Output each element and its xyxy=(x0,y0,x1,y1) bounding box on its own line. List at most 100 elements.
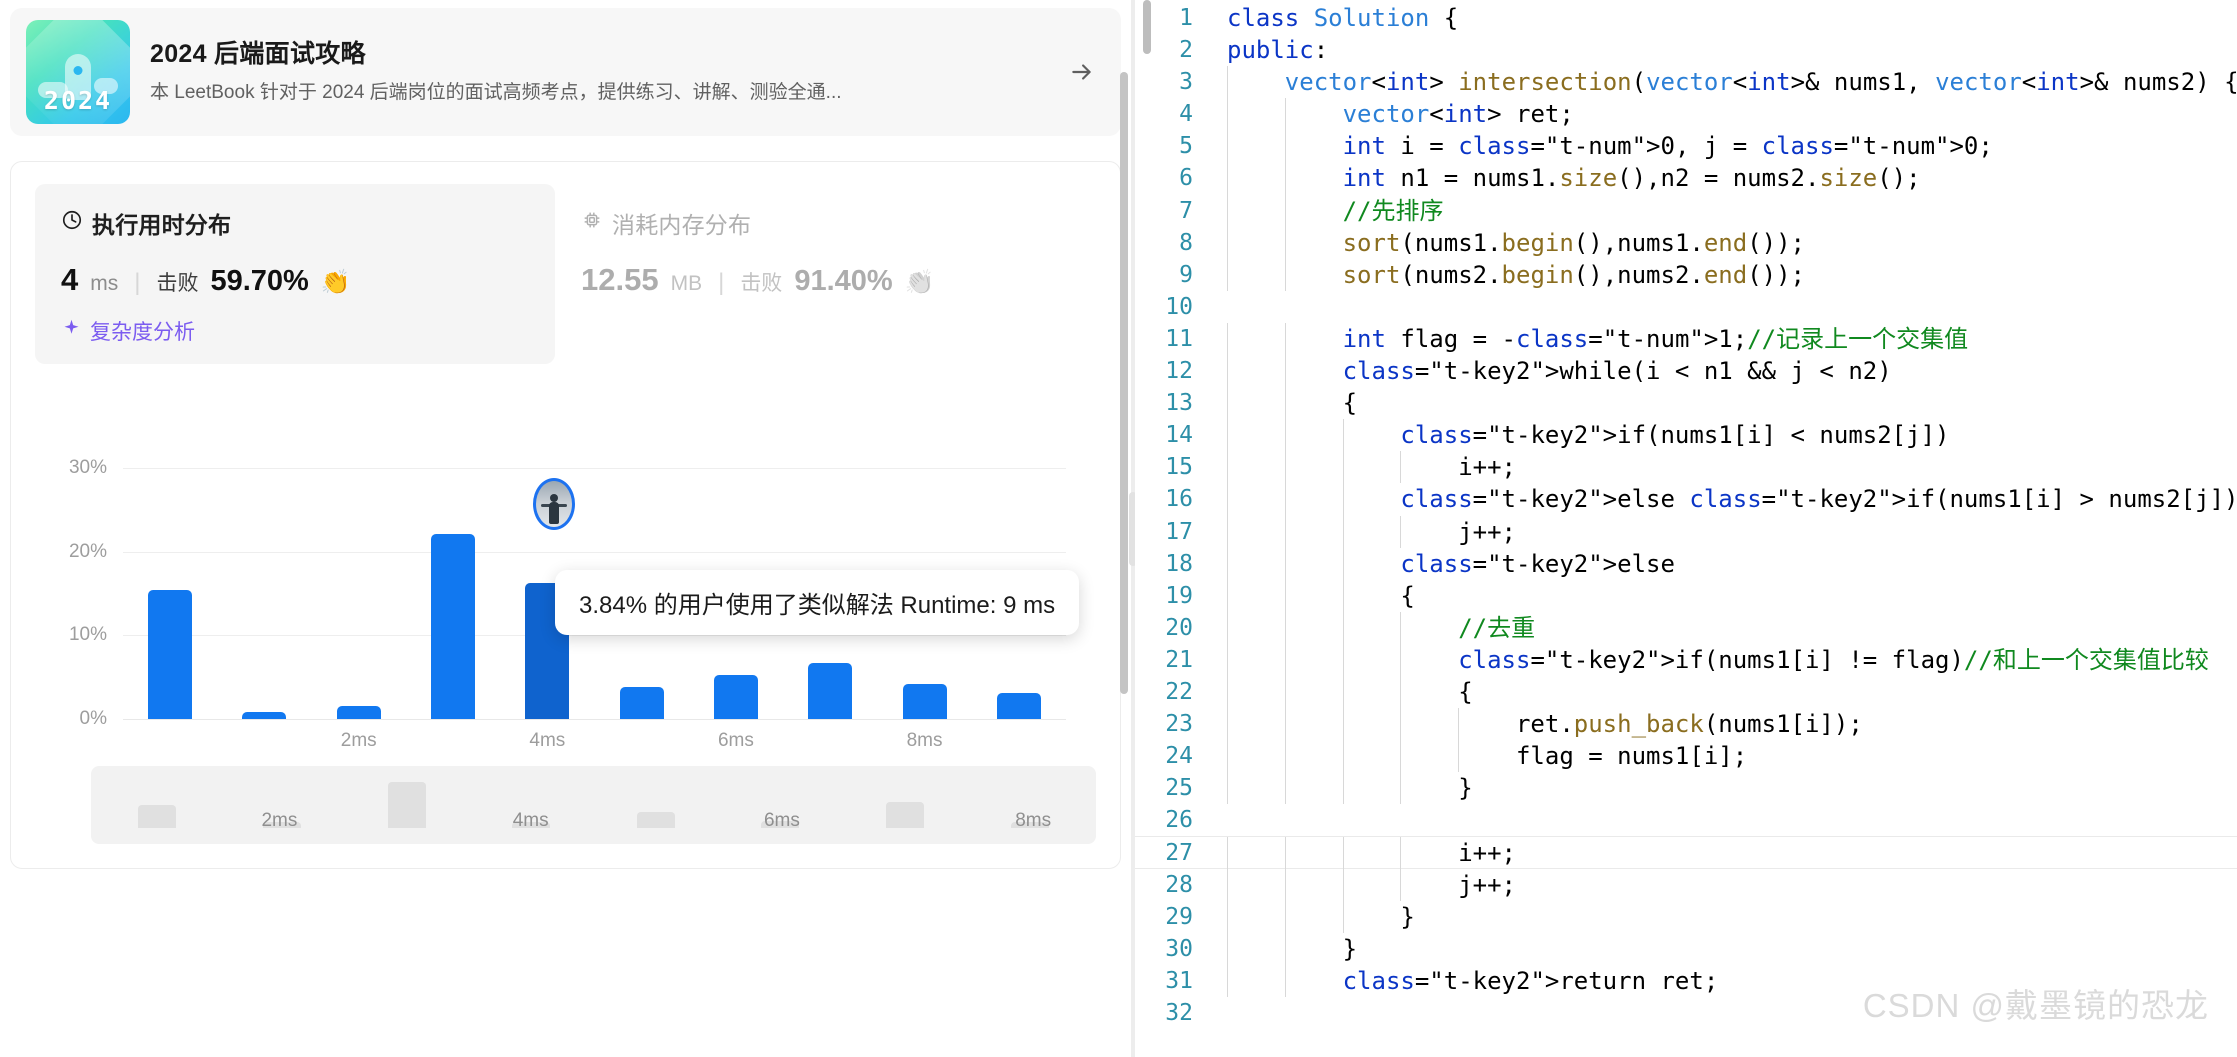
code-line-text[interactable]: int n1 = nums1.size(),n2 = nums2.size(); xyxy=(1219,162,1921,195)
indent-guide xyxy=(1284,355,1286,388)
indent-guide xyxy=(1227,226,1228,259)
chart-bar[interactable] xyxy=(713,674,758,720)
code-line[interactable]: 27 i++; xyxy=(1135,836,2237,870)
code-line[interactable]: 14 class="t-key2">if(nums1[i] < nums2[j]… xyxy=(1135,419,2237,452)
left-pane-scrollbar[interactable] xyxy=(1120,72,1128,694)
chart-bar[interactable] xyxy=(902,684,947,720)
chart-range-brush[interactable]: 2ms 4ms 6ms 8ms xyxy=(91,766,1096,844)
code-line-text[interactable]: int flag = -class="t-num">1;//记录上一个交集值 xyxy=(1219,322,1968,356)
code-line-text[interactable]: } xyxy=(1219,772,1473,805)
code-line[interactable]: 28 j++; xyxy=(1135,868,2237,901)
code-line[interactable]: 24 flag = nums1[i]; xyxy=(1135,740,2237,773)
code-line[interactable]: 10 xyxy=(1135,291,2237,323)
code-line-text[interactable]: vector<int> ret; xyxy=(1219,98,1574,131)
leetbook-promo-banner[interactable]: 2024 2024 后端面试攻略 本 LeetBook 针对于 2024 后端岗… xyxy=(10,8,1121,136)
code-line[interactable]: 8 sort(nums1.begin(),nums1.end()); xyxy=(1135,226,2237,259)
code-line-text[interactable]: ret.push_back(nums1[i]); xyxy=(1219,708,1863,741)
code-line-text[interactable]: class="t-key2">else xyxy=(1219,547,1675,580)
code-line[interactable]: 11 int flag = -class="t-num">1;//记录上一个交集… xyxy=(1135,322,2237,356)
indent-guide xyxy=(1400,451,1402,484)
code-line-text[interactable]: int i = class="t-num">0, j = class="t-nu… xyxy=(1219,130,1993,163)
code-line-text[interactable]: sort(nums2.begin(),nums2.end()); xyxy=(1219,258,1805,291)
code-line-text[interactable]: class="t-key2">return ret; xyxy=(1219,964,1718,997)
chart-bar-slot[interactable] xyxy=(312,444,406,720)
chart-bar[interactable] xyxy=(619,687,664,720)
chart-bar[interactable] xyxy=(431,533,476,720)
code-line[interactable]: 3 vector<int> intersection(vector<int>& … xyxy=(1135,66,2237,99)
code-line[interactable]: 1 class Solution { xyxy=(1135,2,2237,34)
stats-row: 执行用时分布 4 ms | 击败 59.70% 👏 复杂度分析 消耗内存分布 1… xyxy=(11,162,1120,364)
code-line-number: 4 xyxy=(1179,101,1193,128)
chart-bar[interactable] xyxy=(336,705,381,720)
code-line-text[interactable]: class="t-key2">if(nums1[i] != flag)//和上一… xyxy=(1219,643,2209,676)
code-line[interactable]: 6 int n1 = nums1.size(),n2 = nums2.size(… xyxy=(1135,162,2237,195)
user-avatar-marker[interactable] xyxy=(533,478,575,530)
code-line-text[interactable]: //去重 xyxy=(1219,611,1535,644)
code-line[interactable]: 15 i++; xyxy=(1135,451,2237,484)
code-line-text[interactable]: class="t-key2">while(i < n1 && j < n2) xyxy=(1219,355,1892,388)
chart-bar-slot[interactable] xyxy=(123,444,217,720)
runtime-stat-card[interactable]: 执行用时分布 4 ms | 击败 59.70% 👏 复杂度分析 xyxy=(35,184,555,364)
indent-guide xyxy=(1342,515,1344,548)
code-line-text[interactable]: class="t-key2">else class="t-key2">if(nu… xyxy=(1219,483,2237,516)
code-line[interactable]: 31 class="t-key2">return ret; xyxy=(1135,964,2237,997)
code-line-text[interactable]: i++; xyxy=(1219,451,1516,484)
indent-guide xyxy=(1227,194,1228,227)
code-line-text[interactable]: class Solution { xyxy=(1219,2,1458,34)
code-line-text[interactable]: { xyxy=(1219,675,1473,709)
code-line[interactable]: 13 { xyxy=(1135,387,2237,420)
code-line[interactable]: 19 { xyxy=(1135,579,2237,612)
indent-guide xyxy=(1284,322,1286,356)
code-line-text[interactable]: j++; xyxy=(1219,868,1516,901)
code-line[interactable]: 18 class="t-key2">else xyxy=(1135,547,2237,580)
code-line-number: 14 xyxy=(1165,422,1193,449)
code-line[interactable]: 30 } xyxy=(1135,932,2237,965)
chevron-right-icon[interactable] xyxy=(1065,55,1099,89)
memory-stat-values: 12.55 MB | 击败 91.40% 👏 xyxy=(581,262,1049,298)
code-line-text[interactable]: } xyxy=(1219,900,1415,933)
indent-guide xyxy=(1227,964,1228,997)
code-line[interactable]: 17 j++; xyxy=(1135,515,2237,548)
code-line-text[interactable]: j++; xyxy=(1219,515,1516,548)
code-line[interactable]: 12 class="t-key2">while(i < n1 && j < n2… xyxy=(1135,355,2237,388)
code-line[interactable]: 4 vector<int> ret; xyxy=(1135,98,2237,131)
code-line-text[interactable]: flag = nums1[i]; xyxy=(1219,740,1747,773)
code-line[interactable]: 25 } xyxy=(1135,772,2237,805)
indent-guide xyxy=(1400,675,1402,709)
code-line-text[interactable]: sort(nums1.begin(),nums1.end()); xyxy=(1219,226,1805,259)
chart-bar-slot[interactable] xyxy=(406,444,500,720)
code-line[interactable]: 7 //先排序 xyxy=(1135,194,2237,227)
code-line[interactable]: 32 xyxy=(1135,997,2237,1029)
chart-x-tick-slot xyxy=(594,730,688,752)
code-line-text[interactable]: public: xyxy=(1219,34,1328,66)
indent-guide xyxy=(1227,675,1228,709)
code-line[interactable]: 16 class="t-key2">else class="t-key2">if… xyxy=(1135,483,2237,516)
code-line[interactable]: 9 sort(nums2.begin(),nums2.end()); xyxy=(1135,258,2237,291)
chart-bar[interactable] xyxy=(996,693,1041,720)
complexity-analysis-link[interactable]: 复杂度分析 xyxy=(61,316,195,346)
code-line[interactable]: 26 xyxy=(1135,804,2237,836)
code-line[interactable]: 29 } xyxy=(1135,900,2237,933)
code-line[interactable]: 2 public: xyxy=(1135,34,2237,66)
clap-emoji-icon-memory: 👏 xyxy=(904,269,935,296)
chart-bar[interactable] xyxy=(148,590,193,720)
code-line-text[interactable]: class="t-key2">if(nums1[i] < nums2[j]) xyxy=(1219,419,1949,452)
indent-guide xyxy=(1227,579,1228,612)
code-line-text[interactable]: { xyxy=(1219,387,1357,420)
code-line[interactable]: 20 //去重 xyxy=(1135,611,2237,644)
chart-bar-slot[interactable] xyxy=(217,444,311,720)
code-line-text[interactable]: vector<int> intersection(vector<int>& nu… xyxy=(1219,66,2237,99)
code-line-text[interactable]: //先排序 xyxy=(1219,194,1444,227)
code-line[interactable]: 22 { xyxy=(1135,675,2237,709)
code-line[interactable]: 23 ret.push_back(nums1[i]); xyxy=(1135,708,2237,741)
code-line-text[interactable]: i++; xyxy=(1219,837,1516,870)
code-editor-pane[interactable]: 1 class Solution {2 public: 3 vector<int> i… xyxy=(1135,0,2237,1057)
code-pane-scrollbar[interactable] xyxy=(1143,0,1151,54)
memory-stat-card[interactable]: 消耗内存分布 12.55 MB | 击败 91.40% 👏 xyxy=(555,184,1075,364)
code-line[interactable]: 5 int i = class="t-num">0, j = class="t-… xyxy=(1135,130,2237,163)
code-line[interactable]: 21 class="t-key2">if(nums1[i] != flag)//… xyxy=(1135,643,2237,676)
chart-x-tick-slot: 8ms xyxy=(877,730,971,752)
code-line-text[interactable]: } xyxy=(1219,932,1357,965)
chart-bar[interactable] xyxy=(808,663,853,720)
code-line-text[interactable]: { xyxy=(1219,579,1415,612)
